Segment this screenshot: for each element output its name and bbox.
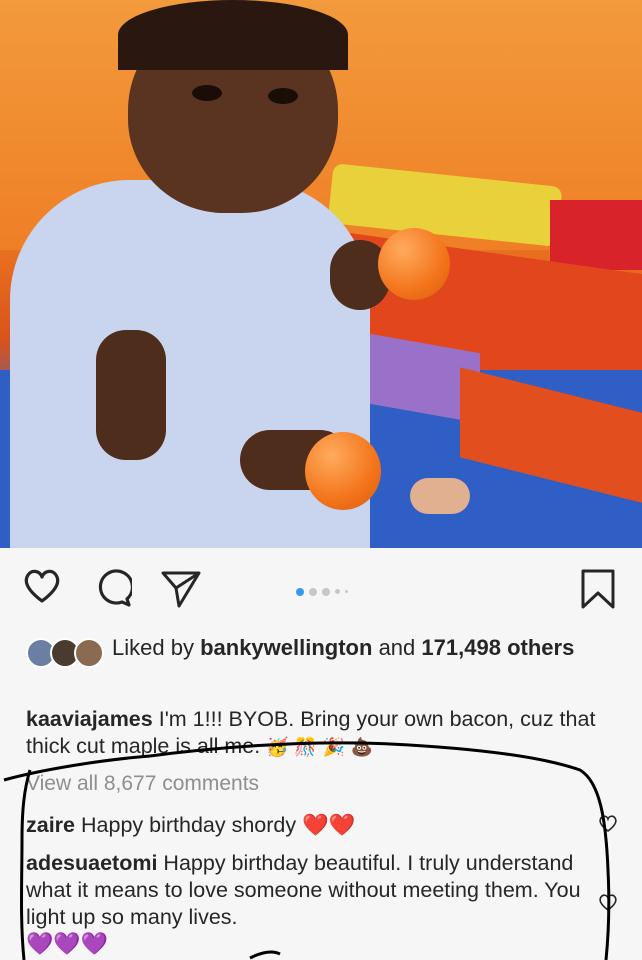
likes-count[interactable]: 171,498 xyxy=(421,635,501,660)
carousel-indicator xyxy=(296,583,353,596)
arm xyxy=(96,330,166,460)
toy-box xyxy=(550,200,642,270)
avatar xyxy=(74,638,104,668)
caption-username[interactable]: kaaviajames xyxy=(26,707,153,731)
hand-drawn-circle-annotation xyxy=(3,741,611,960)
post-image[interactable] xyxy=(0,0,642,548)
liked-by-user[interactable]: bankywellington xyxy=(200,635,372,660)
likes-middle: and xyxy=(378,635,416,660)
orange-ball xyxy=(305,432,381,510)
baby-hand xyxy=(410,478,470,514)
eye xyxy=(268,88,298,104)
share-icon[interactable] xyxy=(160,569,202,614)
comment-icon[interactable] xyxy=(94,569,134,612)
likes-summary[interactable]: Liked by bankywellington and 171,498 oth… xyxy=(112,634,582,662)
likes-suffix[interactable]: others xyxy=(507,635,574,660)
eye xyxy=(192,85,222,101)
heart-icon[interactable] xyxy=(22,567,62,610)
bookmark-icon[interactable] xyxy=(580,568,616,615)
carousel-dot xyxy=(296,587,304,596)
carousel-dot xyxy=(345,590,348,594)
carousel-dot xyxy=(322,587,330,596)
child-hair xyxy=(118,0,348,70)
likes-prefix: Liked by xyxy=(112,635,194,660)
carousel-dot xyxy=(309,587,317,596)
liked-by-avatars[interactable] xyxy=(26,638,106,668)
carousel-dot xyxy=(335,589,340,595)
orange-ball xyxy=(378,228,450,300)
